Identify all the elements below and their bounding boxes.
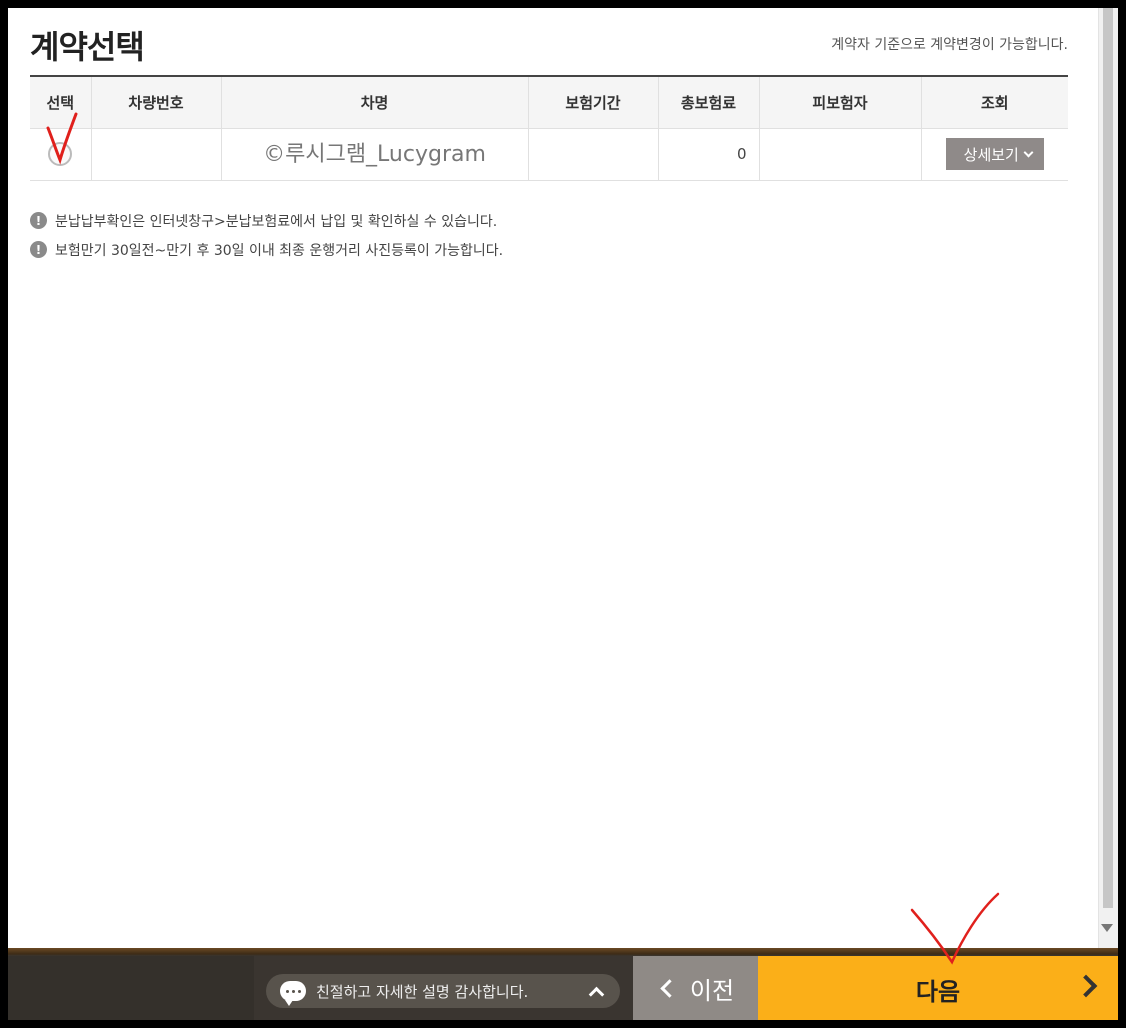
- column-header-insurance-period: 보험기간: [527, 76, 659, 129]
- scroll-down-arrow-icon[interactable]: [1101, 924, 1113, 932]
- next-button[interactable]: 다음: [758, 956, 1118, 1020]
- table-row: ©루시그램_Lucygram 0 상세보기: [30, 127, 1068, 181]
- notice-item: ! 분납납부확인은 인터넷창구>분납보험료에서 납입 및 확인하실 수 있습니다…: [30, 206, 503, 235]
- select-cell: [30, 127, 92, 181]
- vertical-scrollbar[interactable]: [1098, 8, 1118, 948]
- page-title: 계약선택: [30, 28, 145, 66]
- column-header-inquiry: 조회: [920, 76, 1068, 129]
- exclamation-circle-icon: !: [30, 212, 47, 229]
- bottom-bar-left-area: [8, 956, 254, 1020]
- chevron-up-icon[interactable]: [588, 986, 605, 1002]
- column-header-select: 선택: [30, 76, 92, 129]
- bottom-action-bar: 친절하고 자세한 설명 감사합니다. 이전 다음: [8, 948, 1118, 1020]
- help-message-text: 친절하고 자세한 설명 감사합니다.: [316, 982, 529, 1001]
- help-message-pill[interactable]: 친절하고 자세한 설명 감사합니다.: [266, 974, 620, 1008]
- contract-select-radio[interactable]: [48, 142, 73, 166]
- prev-button-label: 이전: [689, 976, 735, 1005]
- chat-bubble-icon: [280, 981, 306, 1006]
- watermark-text: ©루시그램_Lucygram: [263, 141, 486, 167]
- scrollbar-thumb[interactable]: [1103, 8, 1113, 908]
- notice-text: 분납납부확인은 인터넷창구>분납보험료에서 납입 및 확인하실 수 있습니다.: [55, 213, 498, 230]
- notice-text: 보험만기 30일전~만기 후 30일 이내 최종 운행거리 사진등록이 가능합니…: [55, 242, 504, 259]
- chevron-down-icon: [1023, 147, 1034, 157]
- column-header-insured: 피보험자: [758, 76, 922, 129]
- exclamation-circle-icon: !: [30, 241, 47, 258]
- chevron-left-icon: [660, 978, 679, 998]
- column-header-vehicle-number: 차량번호: [90, 76, 222, 129]
- detail-view-label: 상세보기: [963, 145, 1019, 164]
- column-header-car-name: 차명: [220, 76, 529, 129]
- car-name-cell: ©루시그램_Lucygram: [220, 127, 529, 181]
- inquiry-cell: 상세보기: [920, 127, 1068, 181]
- column-header-total-premium: 총보험료: [657, 76, 760, 129]
- page-note: 계약자 기준으로 계약변경이 가능합니다.: [831, 37, 1068, 53]
- prev-button[interactable]: 이전: [633, 956, 758, 1020]
- notice-item: ! 보험만기 30일전~만기 후 30일 이내 최종 운행거리 사진등록이 가능…: [30, 235, 503, 264]
- total-premium-cell: 0: [657, 127, 760, 181]
- app-window: 계약선택 계약자 기준으로 계약변경이 가능합니다. 선택 차량번호 차명 보험…: [8, 8, 1118, 1020]
- notice-list: ! 분납납부확인은 인터넷창구>분납보험료에서 납입 및 확인하실 수 있습니다…: [30, 206, 503, 264]
- contract-table: 선택 차량번호 차명 보험기간 총보험료 피보험자 조회 ©루시그램_Lucyg…: [30, 75, 1068, 181]
- detail-view-button[interactable]: 상세보기: [945, 138, 1044, 170]
- insurance-period-cell: [527, 127, 659, 181]
- vehicle-number-cell: [90, 127, 222, 181]
- next-button-label: 다음: [915, 978, 961, 1006]
- contract-selection-panel: 계약선택 계약자 기준으로 계약변경이 가능합니다. 선택 차량번호 차명 보험…: [8, 8, 1098, 948]
- insured-cell: [758, 127, 922, 181]
- table-header-row: 선택 차량번호 차명 보험기간 총보험료 피보험자 조회: [30, 76, 1068, 129]
